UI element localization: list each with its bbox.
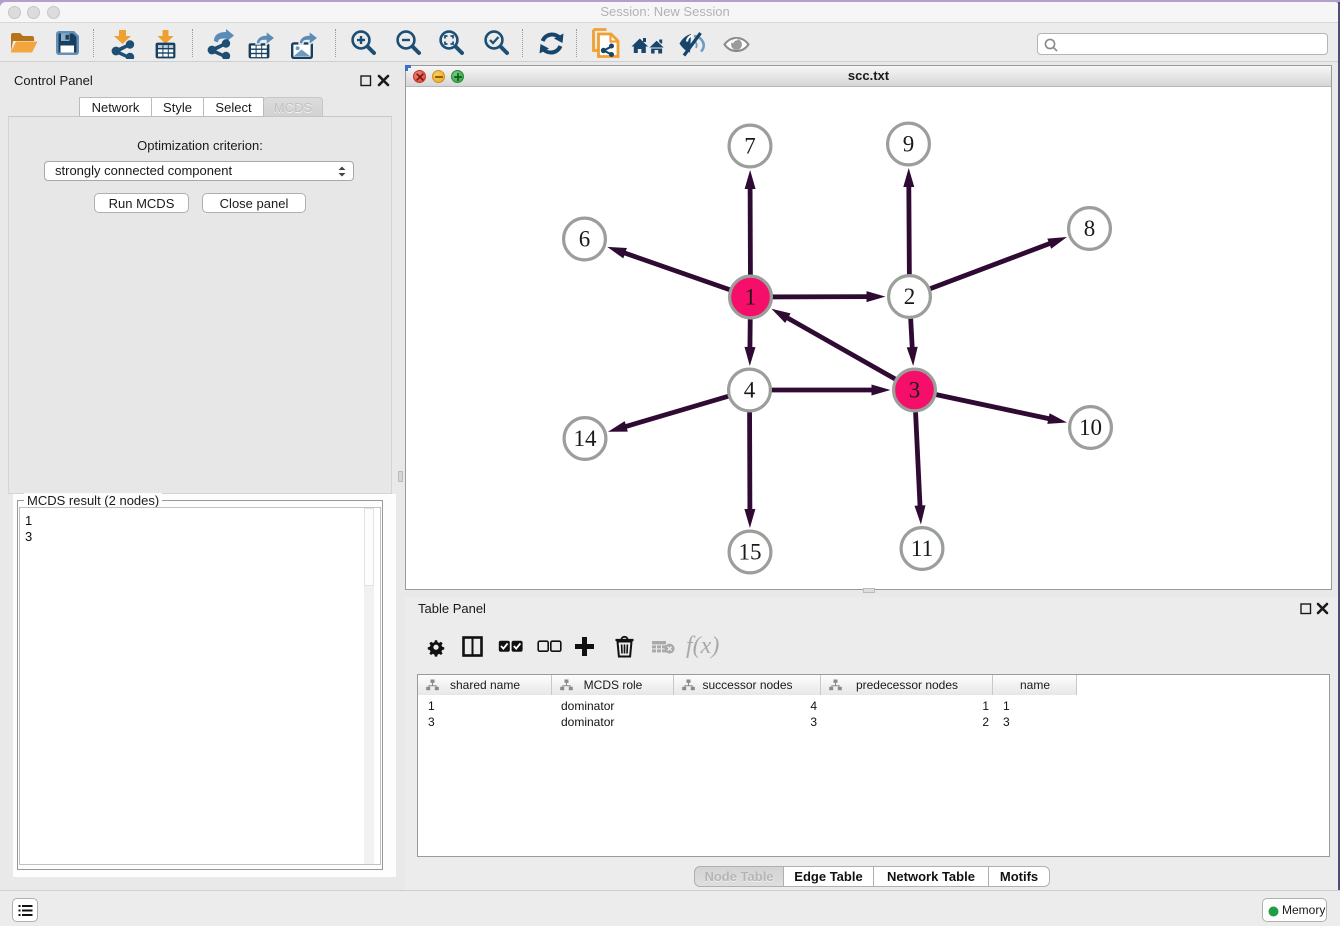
svg-text:7: 7 [744,134,756,159]
svg-text:9: 9 [903,132,915,157]
svg-text:1: 1 [745,285,757,310]
svg-text:4: 4 [744,378,756,403]
svg-text:3: 3 [909,378,921,403]
svg-text:11: 11 [911,536,933,561]
svg-text:2: 2 [904,284,916,309]
svg-text:6: 6 [579,227,591,252]
svg-text:15: 15 [739,540,762,565]
svg-text:8: 8 [1084,216,1096,241]
svg-text:10: 10 [1079,415,1102,440]
svg-text:14: 14 [574,426,598,451]
